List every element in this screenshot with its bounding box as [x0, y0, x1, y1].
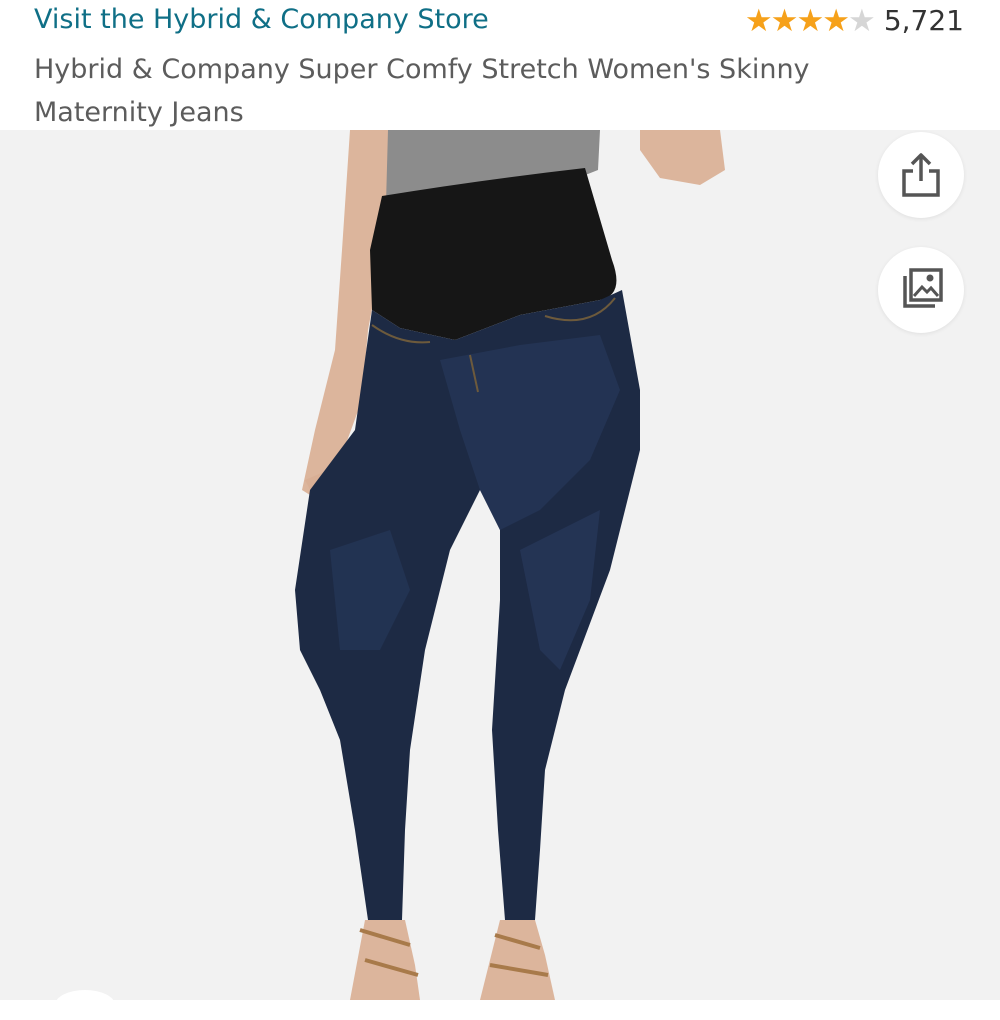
share-button[interactable]	[878, 132, 964, 218]
share-icon	[902, 153, 940, 197]
product-title: Hybrid & Company Super Comfy Stretch Wom…	[34, 54, 810, 128]
product-header: Visit the Hybrid & Company Store ★ ★ ★ ★…	[0, 0, 1000, 130]
star-full-icon: ★	[796, 3, 825, 39]
rating-stars[interactable]: ★ ★ ★ ★ ★	[744, 3, 876, 39]
star-full-icon: ★	[822, 3, 851, 39]
product-image-area[interactable]	[0, 130, 1000, 1000]
star-empty-icon: ★	[848, 3, 876, 39]
view-in-room-icon	[903, 268, 943, 308]
product-photo[interactable]	[0, 130, 1000, 1000]
rating[interactable]: ★ ★ ★ ★ ★ 5,721	[745, 4, 964, 38]
store-link[interactable]: Visit the Hybrid & Company Store	[34, 4, 489, 35]
carousel-indicator[interactable]	[55, 990, 115, 1020]
star-full-icon: ★	[744, 3, 773, 39]
star-full-icon: ★	[770, 3, 799, 39]
rating-count[interactable]: 5,721	[884, 4, 964, 38]
view-in-room-button[interactable]	[878, 247, 964, 333]
